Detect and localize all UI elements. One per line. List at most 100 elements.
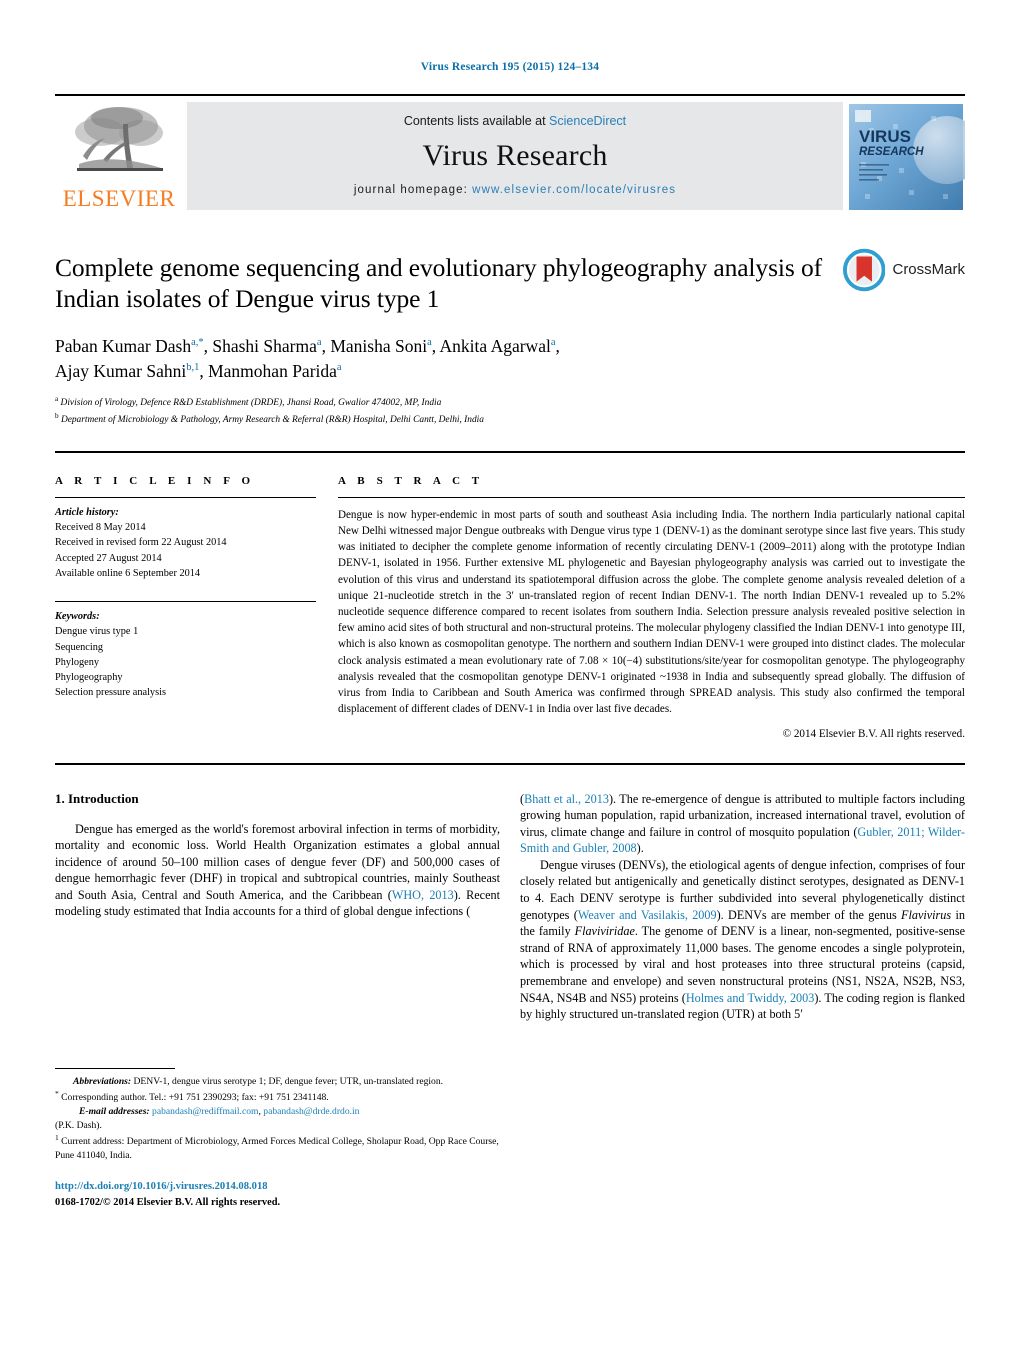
citation-who[interactable]: WHO, 2013 <box>392 888 454 902</box>
abstract-column: A B S T R A C T Dengue is now hyper-ende… <box>338 475 965 743</box>
footnotes-block: Abbreviations: DENV-1, dengue virus sero… <box>55 1068 500 1210</box>
abstract-text: Dengue is now hyper-endemic in most part… <box>338 508 965 716</box>
footnote-corresponding-author: * Corresponding author. Tel.: +91 751 23… <box>55 1089 500 1105</box>
affiliation-text: Division of Virology, Defence R&D Establ… <box>60 398 442 409</box>
abstract-copyright: © 2014 Elsevier B.V. All rights reserved… <box>782 728 965 741</box>
citation-gubler[interactable]: Gubler, 2011; <box>857 825 924 839</box>
footnote-current-address: 1 Current address: Department of Microbi… <box>55 1133 500 1163</box>
intro-text-part: ). DENVs are member of the genus <box>716 907 902 922</box>
history-item: Accepted 27 August 2014 <box>55 552 162 564</box>
citation-holmes[interactable]: Holmes and Twiddy, 2003 <box>686 991 815 1005</box>
issn-copyright-line: 0168-1702/© 2014 Elsevier B.V. All right… <box>55 1196 281 1208</box>
citation-bhatt[interactable]: Bhatt et al., 2013 <box>524 792 609 806</box>
keyword-item: Phylogeny <box>55 656 100 668</box>
footnote-rule <box>55 1068 175 1070</box>
masthead-center: Contents lists available at ScienceDirec… <box>187 101 843 210</box>
author-name: Ankita Agarwal <box>439 335 551 356</box>
author-name: Shashi Sharma <box>212 335 317 356</box>
author-affil-marker: a <box>316 336 322 348</box>
crossmark-label: CrossMark <box>892 261 965 278</box>
info-abstract-section: A R T I C L E I N F O Article history: R… <box>55 453 965 743</box>
affiliations: a Division of Virology, Defence R&D Esta… <box>55 394 965 426</box>
keyword-item: Dengue virus type 1 <box>55 626 139 638</box>
history-item: Received 8 May 2014 <box>55 522 146 534</box>
author-name: Paban Kumar Dash <box>55 335 192 356</box>
body-column-left: 1. Introduction Dengue has emerged as th… <box>55 791 500 1211</box>
author-name: Manisha Soni <box>330 335 428 356</box>
family-name: Flaviviridae <box>574 924 635 939</box>
article-info-column: A R T I C L E I N F O Article history: R… <box>55 475 338 743</box>
author-affil-marker: a,* <box>191 336 204 348</box>
footnote-abbreviations: Abbreviations: DENV-1, dengue virus sero… <box>55 1075 500 1089</box>
keywords-heading: Keywords: <box>55 611 100 623</box>
corresponding-text: Corresponding author. Tel.: +91 751 2390… <box>58 1092 329 1104</box>
cover-title-research: RESEARCH <box>859 146 924 158</box>
running-head: Virus Research 195 (2015) 124–134 <box>420 61 600 73</box>
affiliation-text: Department of Microbiology & Pathology, … <box>60 414 484 425</box>
author-affil-marker: a <box>336 361 342 373</box>
footnote-emails: E-mail addresses: pabandash@rediffmail.c… <box>55 1105 500 1119</box>
journal-masthead: ELSEVIER Contents lists available at Sci… <box>55 93 981 216</box>
abbrev-label: Abbreviations: <box>73 1076 132 1088</box>
affiliation-b: b Department of Microbiology & Pathology… <box>55 411 965 427</box>
contents-prefix: Contents lists available at <box>403 113 550 128</box>
article-page: Virus Research 195 (2015) 124–134 ELSEVI… <box>0 0 1020 1351</box>
footnote-email-owner: (P.K. Dash). <box>55 1120 102 1132</box>
email-link-secondary[interactable]: pabandash@drde.drdo.in <box>263 1106 359 1117</box>
doi-block: http://dx.doi.org/10.1016/j.virusres.201… <box>55 1179 500 1211</box>
homepage-prefix: journal homepage: <box>353 183 473 196</box>
paragraph: Dengue has emerged as the world's foremo… <box>55 821 500 921</box>
keyword-item: Phylogeography <box>55 671 123 683</box>
affiliation-marker: b <box>55 411 59 420</box>
email-link-primary[interactable]: pabandash@rediffmail.com <box>152 1106 258 1117</box>
author-affil-marker: a <box>550 336 556 348</box>
author-affil-marker: b,1 <box>186 361 200 373</box>
author-name: Ajay Kumar Sahni <box>55 360 187 381</box>
article-history-heading: Article history: <box>55 506 119 518</box>
cover-title-virus: VIRUS <box>859 127 911 146</box>
paragraph: (Bhatt et al., 2013). The re-emergence o… <box>520 791 965 856</box>
keyword-item: Selection pressure analysis <box>55 687 166 699</box>
intro-left-text: Dengue has emerged as the world's foremo… <box>55 821 500 921</box>
email-label: E-mail addresses: <box>79 1106 150 1118</box>
current-address-text: Current address: Department of Microbiol… <box>55 1136 499 1162</box>
crossmark-badge[interactable]: CrossMark <box>843 244 965 296</box>
genus-name: Flavivirus <box>901 907 952 922</box>
title-block: CrossMark Complete genome sequencing and… <box>55 248 965 427</box>
intro-text-part: ). <box>636 841 644 856</box>
author-list: Paban Kumar Dasha,*, Shashi Sharmaa, Man… <box>55 334 835 384</box>
paragraph: Dengue viruses (DENVs), the etiological … <box>520 857 965 1023</box>
affiliation-marker: a <box>55 395 59 404</box>
keywords-group: Keywords: Dengue virus type 1 Sequencing… <box>55 601 316 700</box>
contents-list-line: Contents lists available at ScienceDirec… <box>404 114 626 128</box>
history-item: Available online 6 September 2014 <box>55 567 201 579</box>
abbrev-text: DENV-1, dengue virus serotype 1; DF, den… <box>131 1076 444 1088</box>
citation-weaver[interactable]: Weaver and Vasilakis, 2009 <box>578 908 717 922</box>
journal-title: Virus Research <box>422 138 608 172</box>
body-columns: 1. Introduction Dengue has emerged as th… <box>55 765 965 1211</box>
article-history: Article history: Received 8 May 2014 Rec… <box>55 498 316 581</box>
author-name: Manmohan Parida <box>208 360 337 381</box>
author-line-2: Ajay Kumar Sahnib,1, Manmohan Paridaa <box>55 360 342 381</box>
article-info-label: A R T I C L E I N F O <box>55 474 255 487</box>
intro-right-text: (Bhatt et al., 2013). The re-emergence o… <box>520 791 965 1023</box>
affiliation-a: a Division of Virology, Defence R&D Esta… <box>55 394 965 410</box>
elsevier-tree-icon <box>67 102 171 186</box>
elsevier-wordmark: ELSEVIER <box>62 185 176 211</box>
keyword-item: Sequencing <box>55 641 104 653</box>
sciencedirect-link[interactable]: ScienceDirect <box>549 114 626 128</box>
author-line-1: Paban Kumar Dasha,*, Shashi Sharmaa, Man… <box>55 335 560 356</box>
abstract-label: A B S T R A C T <box>338 474 484 487</box>
author-affil-marker: a <box>427 336 432 348</box>
journal-cover-thumbnail: VIRUS RESEARCH <box>847 102 981 210</box>
doi-link[interactable]: http://dx.doi.org/10.1016/j.virusres.201… <box>55 1179 500 1195</box>
elsevier-logo: ELSEVIER <box>55 96 183 216</box>
section-heading-introduction: 1. Introduction <box>55 790 139 806</box>
body-column-right: (Bhatt et al., 2013). The re-emergence o… <box>520 791 965 1211</box>
page-title: Complete genome sequencing and evolution… <box>55 252 823 313</box>
journal-homepage-line: journal homepage: www.elsevier.com/locat… <box>354 184 676 196</box>
crossmark-icon <box>843 248 886 291</box>
abstract-body: Dengue is now hyper-endemic in most part… <box>338 498 965 743</box>
homepage-url-link[interactable]: www.elsevier.com/locate/virusres <box>472 184 676 196</box>
history-item: Received in revised form 22 August 2014 <box>55 537 227 549</box>
